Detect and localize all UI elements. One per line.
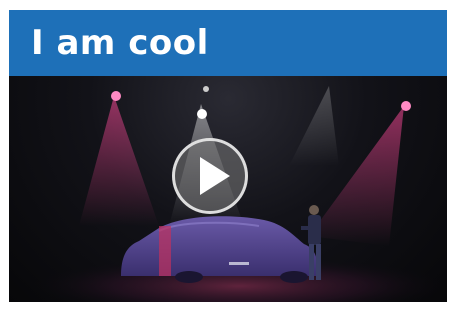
video-card: I am cool bbox=[9, 10, 447, 302]
page-title: I am cool bbox=[31, 23, 209, 63]
play-icon bbox=[200, 157, 230, 195]
spotlight-beam bbox=[289, 86, 339, 166]
car-wheel bbox=[280, 271, 308, 283]
spotlight-beam bbox=[79, 96, 159, 226]
car-cover-fold bbox=[159, 226, 171, 276]
car-wheel bbox=[175, 271, 203, 283]
video-player[interactable] bbox=[9, 76, 447, 302]
spotlight-lamp bbox=[197, 109, 207, 119]
spotlight-lamp bbox=[401, 101, 411, 111]
title-bar: I am cool bbox=[9, 10, 447, 76]
spotlight-lamp bbox=[203, 86, 209, 92]
spotlight-lamp bbox=[111, 91, 121, 101]
play-button[interactable] bbox=[172, 138, 248, 214]
